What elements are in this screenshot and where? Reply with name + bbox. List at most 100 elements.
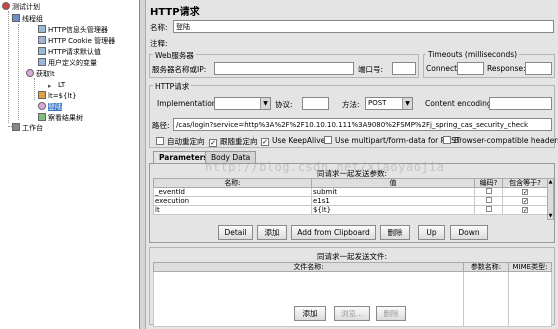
debug-sampler-icon (38, 91, 46, 99)
tree-item-header-manager[interactable]: HTTP信息头管理器 (38, 25, 108, 36)
column-header[interactable]: 文件名称: (153, 262, 464, 272)
checkbox-box (324, 136, 332, 144)
tree-item-http-defaults[interactable]: HTTP请求默认值 (38, 47, 101, 58)
config-element-icon (38, 36, 46, 44)
include-equals-checkbox[interactable]: ✓ (502, 205, 548, 215)
test-plan-icon (2, 2, 10, 10)
protocol-field[interactable] (302, 97, 329, 110)
listener-icon (38, 113, 46, 121)
response-timeout-field[interactable] (525, 62, 552, 75)
param-value-cell[interactable]: ${lt} (311, 205, 475, 215)
check-icon: ✓ (522, 206, 529, 214)
comments-label: 注释: (150, 39, 168, 48)
workbench-icon (12, 123, 20, 131)
port-field[interactable] (392, 62, 416, 75)
check-icon: ✓ (209, 139, 217, 147)
include-equals-checkbox[interactable]: ✓ (502, 196, 548, 206)
check-icon: ✓ (522, 197, 529, 205)
checkbox-box (485, 206, 492, 212)
sampler-icon (38, 102, 46, 110)
implementation-select[interactable]: ▼ (214, 97, 271, 110)
config-element-icon (38, 25, 46, 33)
param-name-cell[interactable]: _eventId (153, 187, 312, 197)
config-element-icon (38, 58, 46, 66)
checkbox-box (156, 137, 164, 145)
encoding-label: Content encoding: (425, 99, 495, 108)
follow-redirects-checkbox[interactable]: ✓ 跟随重定向 (209, 136, 258, 147)
add-param-button[interactable]: 添加 (257, 225, 287, 240)
browse-button[interactable]: 浏览... (334, 306, 370, 321)
scroll-down-icon[interactable]: ▼ (548, 213, 553, 219)
table-row[interactable]: execution e1s1 ✓ (153, 196, 548, 206)
follow-redirects-auto-checkbox[interactable]: 自动重定向 (156, 136, 205, 147)
regex-extractor-icon: ▸ (48, 82, 52, 90)
delete-file-button[interactable]: 删除 (376, 306, 406, 321)
include-equals-checkbox[interactable]: ✓ (502, 187, 548, 197)
param-name-cell[interactable]: execution (153, 196, 312, 206)
checkbox-box (443, 136, 451, 144)
method-label: 方法: (342, 100, 360, 109)
add-from-clipboard-button[interactable]: Add from Clipboard (291, 225, 376, 240)
tree-item-results-tree[interactable]: 察看结果树 (38, 113, 83, 124)
chevron-down-icon: ▼ (260, 98, 270, 109)
http-request-group-title: HTTP请求 (153, 81, 192, 92)
connect-timeout-field[interactable] (457, 62, 484, 75)
name-field[interactable] (173, 20, 554, 33)
params-table[interactable]: 名称: 值 编码? 包含等于? _eventId submit ✓ execut… (153, 178, 548, 215)
test-plan-tree[interactable]: 测试计划 线程组 HTTP信息头管理器 HTTP Cookie 管理器 HTTP… (0, 0, 140, 329)
check-icon: ✓ (261, 138, 269, 146)
method-select[interactable]: POST ▼ (365, 97, 413, 110)
column-header[interactable]: 名称: (153, 178, 312, 188)
checkbox-box (485, 188, 492, 194)
column-header[interactable]: 值 (311, 178, 475, 188)
implementation-label: Implementation: (157, 99, 220, 108)
down-button[interactable]: Down (450, 225, 488, 240)
tree-item-workbench[interactable]: 工作台 (12, 123, 43, 134)
checkbox-box (485, 197, 492, 203)
param-value-cell[interactable]: e1s1 (311, 196, 475, 206)
response-label: Response: (487, 64, 526, 73)
tree-item-login[interactable]: 登陆 (38, 102, 62, 113)
column-header[interactable]: 参数名称: (463, 262, 509, 272)
sampler-icon (26, 69, 34, 77)
table-row[interactable]: _eventId submit ✓ (153, 187, 548, 197)
path-field[interactable] (173, 118, 552, 131)
keepalive-checkbox[interactable]: ✓ Use KeepAlive (261, 136, 325, 146)
port-label: 端口号: (358, 65, 384, 74)
table-row[interactable]: lt ${lt} ✓ (153, 205, 548, 215)
param-name-cell[interactable]: lt (153, 205, 312, 215)
tree-item-thread-group[interactable]: 线程组 (12, 14, 43, 25)
multipart-checkbox[interactable]: Use multipart/form-data for POST (324, 136, 460, 145)
protocol-label: 协议: (275, 100, 293, 109)
tree-item-get-lt[interactable]: 获取lt (26, 69, 55, 80)
tree-item-lt-extractor[interactable]: ▸ LT (48, 80, 65, 91)
check-icon: ✓ (522, 188, 529, 196)
add-file-button[interactable]: 添加 (294, 306, 326, 321)
encode-checkbox[interactable] (474, 187, 503, 197)
param-value-cell[interactable]: submit (311, 187, 475, 197)
tree-item-user-variables[interactable]: 用户定义的变量 (38, 58, 97, 69)
delete-param-button[interactable]: 删除 (380, 225, 410, 240)
connect-label: Connect: (426, 64, 460, 73)
web-server-title: Web服务器 (153, 50, 196, 61)
column-header[interactable]: 编码? (474, 178, 503, 188)
watermark: http://blog.csdn.net/xiaoyaojia (205, 160, 445, 174)
tree-item-debug-lt[interactable]: lt=${lt} (38, 91, 77, 102)
server-field[interactable] (214, 62, 354, 75)
encode-checkbox[interactable] (474, 196, 503, 206)
encode-checkbox[interactable] (474, 205, 503, 215)
detail-button[interactable]: Detail (218, 225, 253, 240)
name-label: 名称: (150, 23, 168, 32)
tree-item-test-plan[interactable]: 测试计划 (2, 2, 40, 13)
encoding-field[interactable] (489, 97, 552, 110)
column-header[interactable]: MIME类型: (508, 262, 552, 272)
scroll-up-icon[interactable]: ▲ (548, 179, 553, 185)
column-header[interactable]: 包含等于? (502, 178, 548, 188)
timeouts-title: Timeouts (milliseconds) (426, 50, 520, 59)
params-scrollbar[interactable]: ▲ ▼ (547, 178, 554, 220)
browser-headers-checkbox[interactable]: Browser-compatible headers (443, 136, 558, 145)
tree-item-cookie-manager[interactable]: HTTP Cookie 管理器 (38, 36, 115, 47)
up-button[interactable]: Up (418, 225, 445, 240)
server-label: 服务器名称或IP: (152, 65, 207, 74)
thread-group-icon (12, 14, 20, 22)
